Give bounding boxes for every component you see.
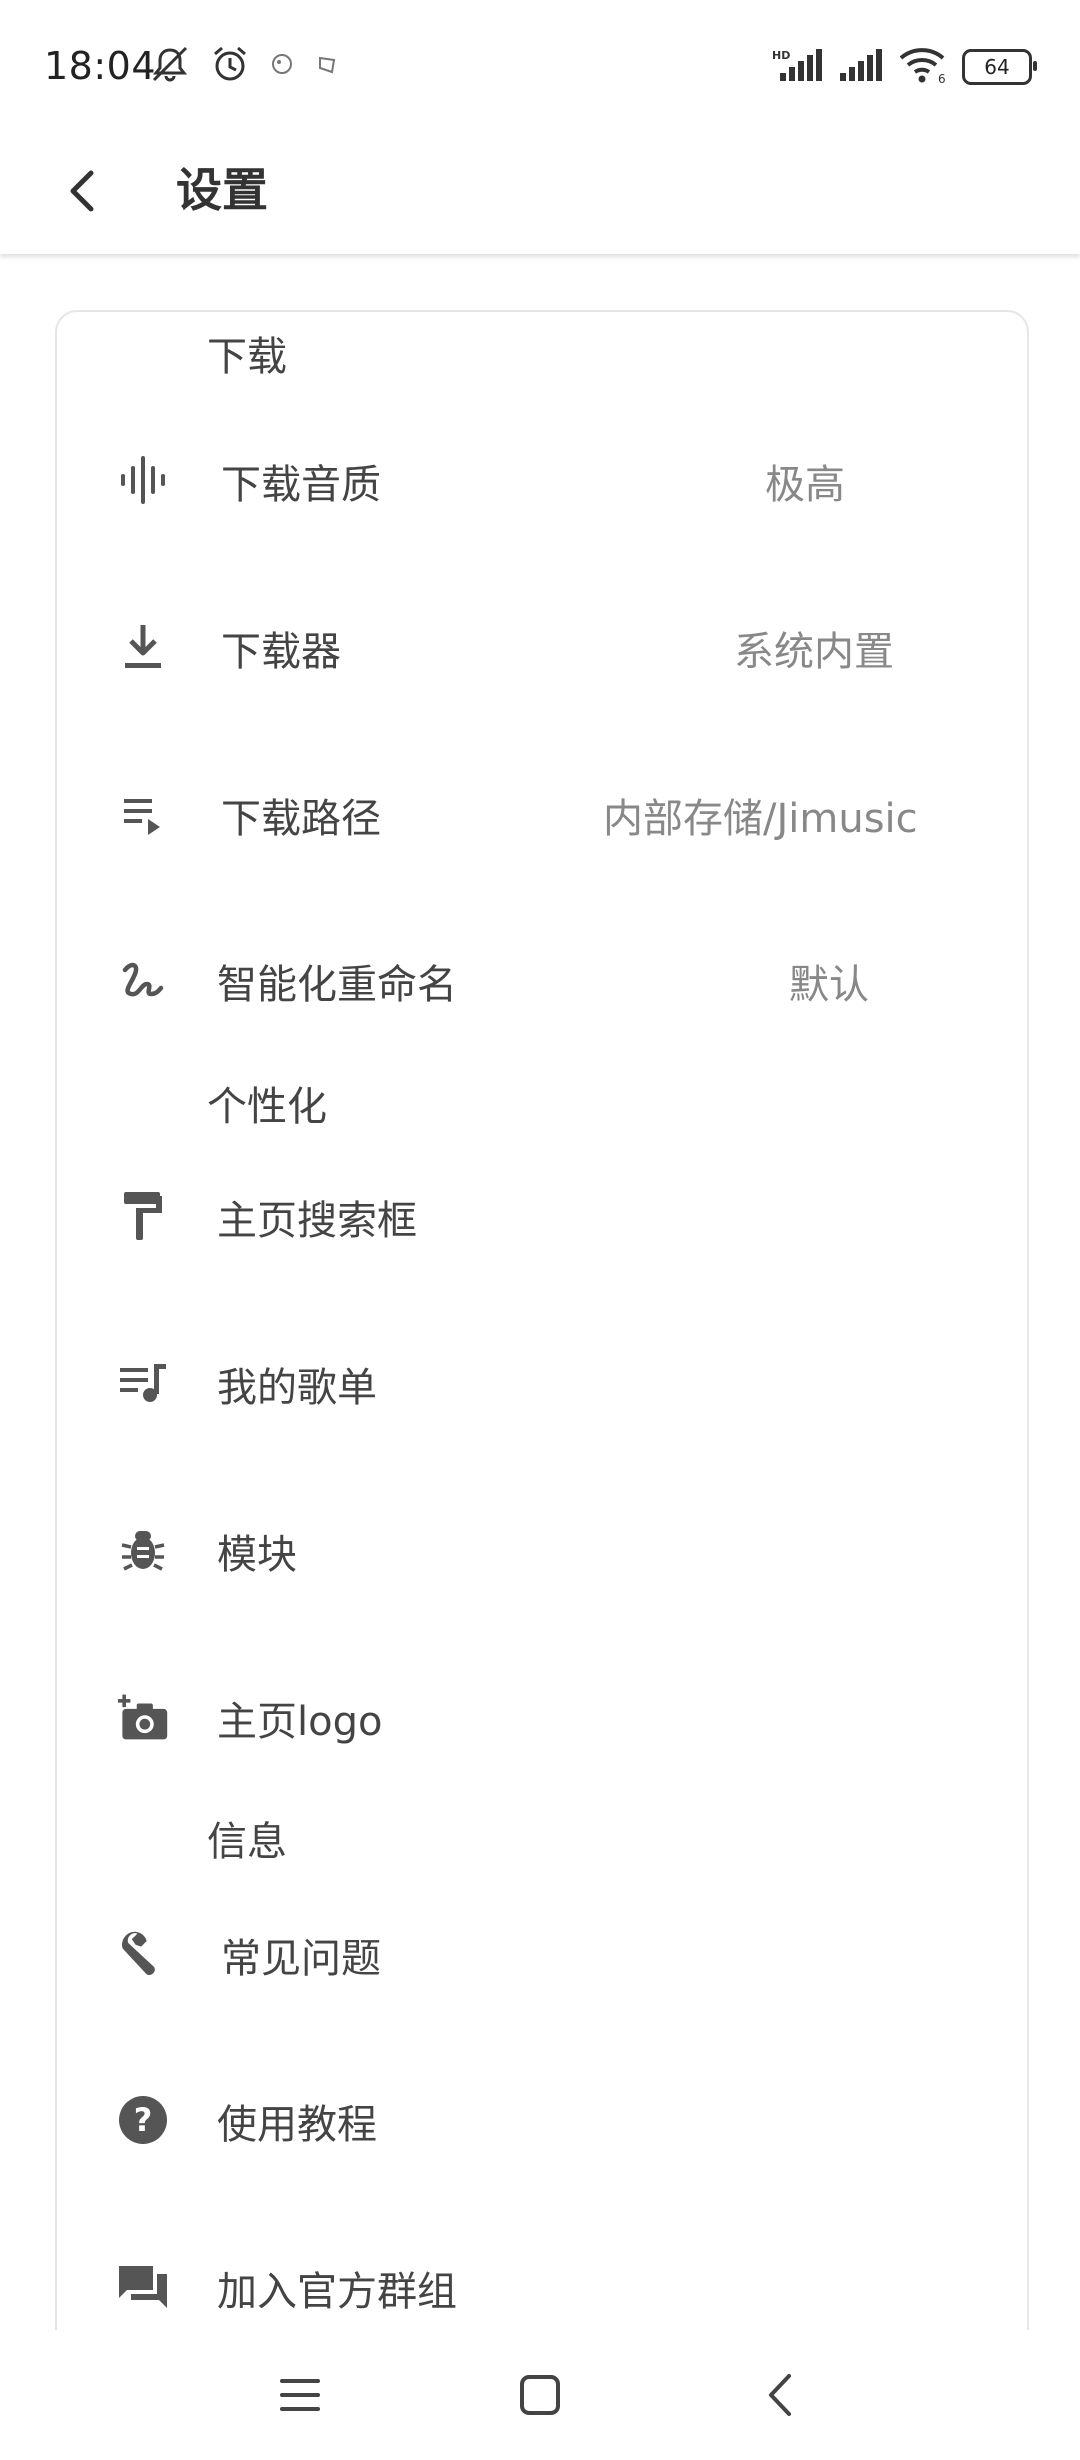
settings-item-modules[interactable]: 模块 <box>57 1500 1027 1600</box>
settings-item-label: 常见问题 <box>221 1936 381 1982</box>
queue-music-icon <box>117 1357 169 1409</box>
settings-item-join-group[interactable]: 加入官方群组 <box>57 2237 1027 2332</box>
battery-level: 64 <box>984 55 1010 79</box>
system-back-button[interactable] <box>740 2360 820 2430</box>
menu-icon <box>280 2379 320 2411</box>
status-right-icons: HD 6 64 <box>772 46 1037 88</box>
signal-icon <box>838 47 884 87</box>
settings-item-tutorial[interactable]: ? 使用教程 <box>57 2070 1027 2170</box>
status-bar: 18:04 HD 6 64 <box>0 0 1080 130</box>
settings-item-label: 模块 <box>217 1532 297 1578</box>
alarm-icon <box>210 44 250 88</box>
settings-item-label: 下载路径 <box>221 796 381 842</box>
page-title: 设置 <box>176 163 268 217</box>
app-bar: 设置 <box>0 130 1080 254</box>
section-header-info: 信息 <box>207 1819 287 1865</box>
wrench-icon <box>117 1928 169 1980</box>
notification-icon <box>314 50 342 82</box>
forum-icon <box>117 2261 169 2313</box>
settings-item-download-path[interactable]: 下载路径 内部存储/Jimusic <box>57 764 1027 864</box>
settings-item-label: 主页logo <box>217 1699 383 1745</box>
wifi-icon: 6 <box>898 46 948 88</box>
settings-item-value: 系统内置 <box>734 629 894 675</box>
settings-item-label: 我的歌单 <box>217 1365 377 1411</box>
settings-item-label: 加入官方群组 <box>217 2269 457 2315</box>
notification-icon <box>268 50 296 82</box>
battery-icon: 64 <box>962 49 1037 85</box>
section-header-download: 下载 <box>207 334 287 380</box>
chevron-left-icon <box>70 170 94 212</box>
settings-item-smart-rename[interactable]: 智能化重命名 默认 <box>57 930 1027 1030</box>
svg-text:HD: HD <box>772 49 790 62</box>
settings-item-download-quality[interactable]: 下载音质 极高 <box>57 430 1027 530</box>
status-left-icons <box>148 44 342 88</box>
back-icon <box>769 2374 791 2416</box>
settings-item-label: 主页搜索框 <box>217 1198 417 1244</box>
help-circle-icon: ? <box>117 2094 169 2146</box>
settings-item-label: 下载器 <box>221 629 341 675</box>
settings-item-faq[interactable]: 常见问题 <box>57 1904 1027 2004</box>
add-camera-icon <box>117 1691 169 1743</box>
navigation-bar <box>0 2330 1080 2460</box>
settings-card: 下载 下载音质 极高 下载器 系统内置 下载路径 内部存储/Jimusic 智能… <box>55 310 1029 2332</box>
section-header-personalize: 个性化 <box>207 1084 327 1130</box>
settings-item-downloader[interactable]: 下载器 系统内置 <box>57 597 1027 697</box>
settings-item-home-logo[interactable]: 主页logo <box>57 1667 1027 1767</box>
bug-icon <box>117 1524 169 1576</box>
settings-item-value: 默认 <box>789 962 869 1008</box>
settings-item-home-search[interactable]: 主页搜索框 <box>57 1166 1027 1266</box>
settings-item-value: 内部存储/Jimusic <box>603 796 918 842</box>
back-button[interactable] <box>48 156 118 226</box>
home-square-icon <box>520 2375 560 2415</box>
playlist-play-icon <box>117 788 169 840</box>
svg-text:?: ? <box>134 2101 153 2139</box>
signature-icon <box>117 954 169 1006</box>
settings-item-my-playlists[interactable]: 我的歌单 <box>57 1333 1027 1433</box>
settings-item-value: 极高 <box>765 462 845 508</box>
home-button[interactable] <box>500 2360 580 2430</box>
paint-roller-icon <box>117 1190 169 1242</box>
menu-button[interactable] <box>260 2360 340 2430</box>
settings-item-label: 使用教程 <box>217 2102 377 2148</box>
status-time: 18:04 <box>44 44 157 88</box>
svg-text:6: 6 <box>938 72 946 84</box>
download-icon <box>117 621 169 673</box>
mute-icon <box>148 44 192 88</box>
settings-item-label: 智能化重命名 <box>217 962 457 1008</box>
waveform-icon <box>117 454 169 506</box>
hd-signal-icon: HD <box>772 47 824 87</box>
settings-item-label: 下载音质 <box>221 462 381 508</box>
